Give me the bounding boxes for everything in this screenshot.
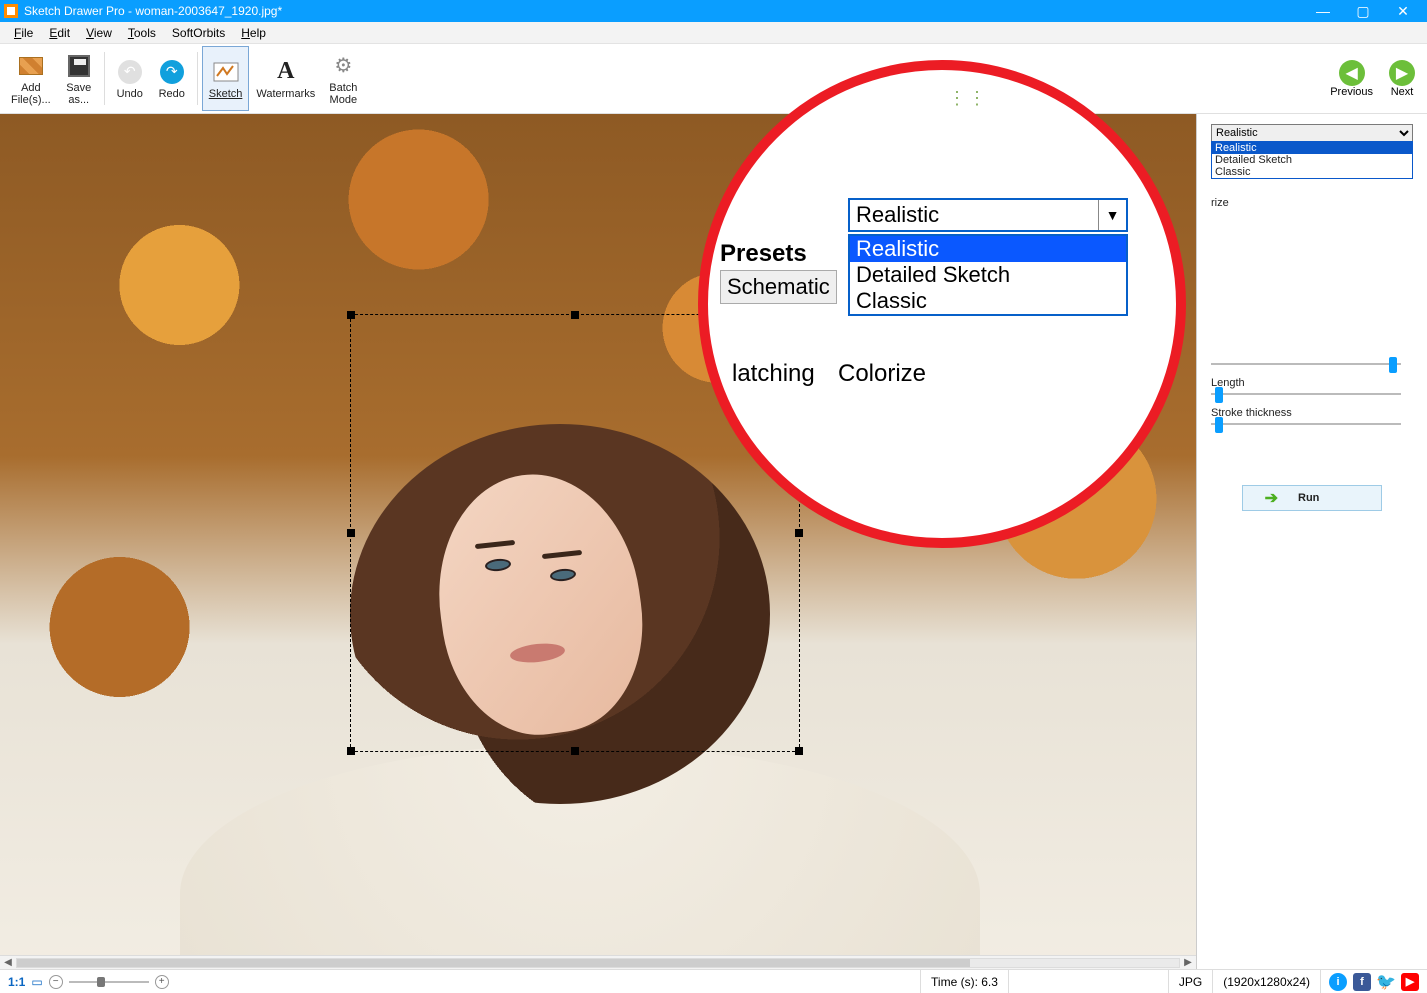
selection-handle[interactable]	[571, 747, 579, 755]
add-files-label: Add File(s)...	[11, 82, 51, 106]
preset-dropdown[interactable]: Realistic	[1211, 124, 1413, 142]
next-button[interactable]: ▶ Next	[1381, 46, 1423, 111]
scrollbar-thumb[interactable]	[17, 959, 970, 967]
edge-strength-slider[interactable]	[1211, 363, 1401, 365]
run-label: Run	[1298, 492, 1319, 504]
zoom-preset-listbox[interactable]: Realistic Detailed Sketch Classic	[848, 234, 1128, 316]
scroll-left-icon[interactable]: ◀	[0, 957, 16, 968]
status-time: Time (s): 6.3	[920, 970, 1008, 993]
gear-icon: ⚙	[329, 52, 357, 80]
previous-icon: ◀	[1339, 60, 1365, 86]
zoom-option-detailed-sketch[interactable]: Detailed Sketch	[850, 262, 1126, 288]
zoom-in-button[interactable]: +	[155, 975, 169, 989]
preset-option-realistic[interactable]: Realistic	[1212, 142, 1412, 154]
selection-handle[interactable]	[347, 529, 355, 537]
zoom-ratio-label: 1:1	[8, 975, 25, 989]
length-slider[interactable]	[1211, 393, 1401, 395]
next-label: Next	[1391, 86, 1414, 98]
horizontal-scrollbar[interactable]: ◀ ▶	[0, 955, 1196, 969]
zoom-hatching-tab[interactable]: latching	[732, 360, 815, 388]
save-as-label: Save as...	[66, 82, 91, 106]
redo-button[interactable]: ↷ Redo	[151, 46, 193, 111]
batch-mode-label: Batch Mode	[329, 82, 357, 106]
window-maximize-button[interactable]: ▢	[1343, 0, 1383, 22]
add-files-icon	[17, 52, 45, 80]
youtube-icon[interactable]: ▶	[1401, 973, 1419, 991]
undo-icon: ↶	[116, 58, 144, 86]
app-icon	[4, 4, 18, 18]
add-files-button[interactable]: Add File(s)...	[4, 46, 58, 111]
partial-label: rize	[1211, 197, 1413, 209]
previous-button[interactable]: ◀ Previous	[1322, 46, 1381, 111]
scroll-right-icon[interactable]: ▶	[1180, 957, 1196, 968]
window-close-button[interactable]: ✕	[1383, 0, 1423, 22]
facebook-icon[interactable]: f	[1353, 973, 1371, 991]
menu-file[interactable]: File	[6, 24, 41, 42]
selection-handle[interactable]	[347, 311, 355, 319]
undo-button[interactable]: ↶ Undo	[109, 46, 151, 111]
window-title: Sketch Drawer Pro - woman-2003647_1920.j…	[24, 4, 1303, 18]
zoom-option-classic[interactable]: Classic	[850, 288, 1126, 314]
status-format: JPG	[1168, 970, 1212, 993]
run-button[interactable]: ➔ Run	[1242, 485, 1382, 511]
side-panel: Realistic Realistic Detailed Sketch Clas…	[1197, 114, 1427, 969]
zoom-preset-combo[interactable]: Realistic ▼	[848, 198, 1128, 232]
menu-edit[interactable]: Edit	[41, 24, 78, 42]
preset-option-classic[interactable]: Classic	[1212, 166, 1412, 178]
info-icon[interactable]: i	[1329, 973, 1347, 991]
watermarks-button[interactable]: A Watermarks	[249, 46, 322, 111]
status-bar: 1:1 ▭ − + Time (s): 6.3 JPG (1920x1280x2…	[0, 969, 1427, 993]
undo-label: Undo	[117, 88, 143, 100]
selection-handle[interactable]	[571, 311, 579, 319]
save-as-button[interactable]: Save as...	[58, 46, 100, 111]
selection-handle[interactable]	[347, 747, 355, 755]
menu-tools[interactable]: Tools	[120, 24, 164, 42]
next-icon: ▶	[1389, 60, 1415, 86]
redo-icon: ↷	[158, 58, 186, 86]
sketch-icon	[212, 58, 240, 86]
menu-view[interactable]: View	[78, 24, 120, 42]
annotation-zoom-circle: ⋮⋮ Realistic ▼ Realistic Detailed Sketch…	[698, 60, 1186, 548]
title-bar: Sketch Drawer Pro - woman-2003647_1920.j…	[0, 0, 1427, 22]
chevron-down-icon[interactable]: ▼	[1098, 200, 1126, 230]
length-label: Length	[1211, 377, 1413, 389]
twitter-icon[interactable]: 🐦	[1377, 973, 1395, 991]
watermarks-label: Watermarks	[256, 88, 315, 100]
watermarks-icon: A	[272, 58, 300, 86]
window-minimize-button[interactable]: —	[1303, 0, 1343, 22]
status-dimensions: (1920x1280x24)	[1212, 970, 1320, 993]
run-icon: ➔	[1265, 488, 1278, 508]
preset-dropdown-list[interactable]: Realistic Detailed Sketch Classic	[1211, 141, 1413, 179]
stroke-thickness-label: Stroke thickness	[1211, 407, 1413, 419]
save-icon	[65, 52, 93, 80]
menu-help[interactable]: Help	[233, 24, 274, 42]
zoom-schematic-button[interactable]: Schematic	[720, 270, 837, 304]
batch-mode-button[interactable]: ⚙ Batch Mode	[322, 46, 364, 111]
selection-handle[interactable]	[795, 747, 803, 755]
zoom-presets-label: Presets	[720, 240, 807, 268]
fit-screen-icon[interactable]: ▭	[31, 975, 42, 989]
zoom-slider[interactable]	[69, 981, 149, 983]
zoom-option-realistic[interactable]: Realistic	[850, 236, 1126, 262]
zoom-preset-value: Realistic	[850, 202, 1098, 228]
zoom-colorize-tab[interactable]: Colorize	[838, 360, 926, 388]
menu-bar: File Edit View Tools SoftOrbits Help	[0, 22, 1427, 44]
redo-label: Redo	[159, 88, 185, 100]
menu-softorbits[interactable]: SoftOrbits	[164, 24, 233, 42]
preset-option-detailed-sketch[interactable]: Detailed Sketch	[1212, 154, 1412, 166]
sketch-label: Sketch	[209, 88, 243, 100]
previous-label: Previous	[1330, 86, 1373, 98]
stroke-thickness-slider[interactable]	[1211, 423, 1401, 425]
zoom-out-button[interactable]: −	[49, 975, 63, 989]
sketch-button[interactable]: Sketch	[202, 46, 250, 111]
grip-dots-icon: ⋮⋮	[948, 88, 988, 109]
